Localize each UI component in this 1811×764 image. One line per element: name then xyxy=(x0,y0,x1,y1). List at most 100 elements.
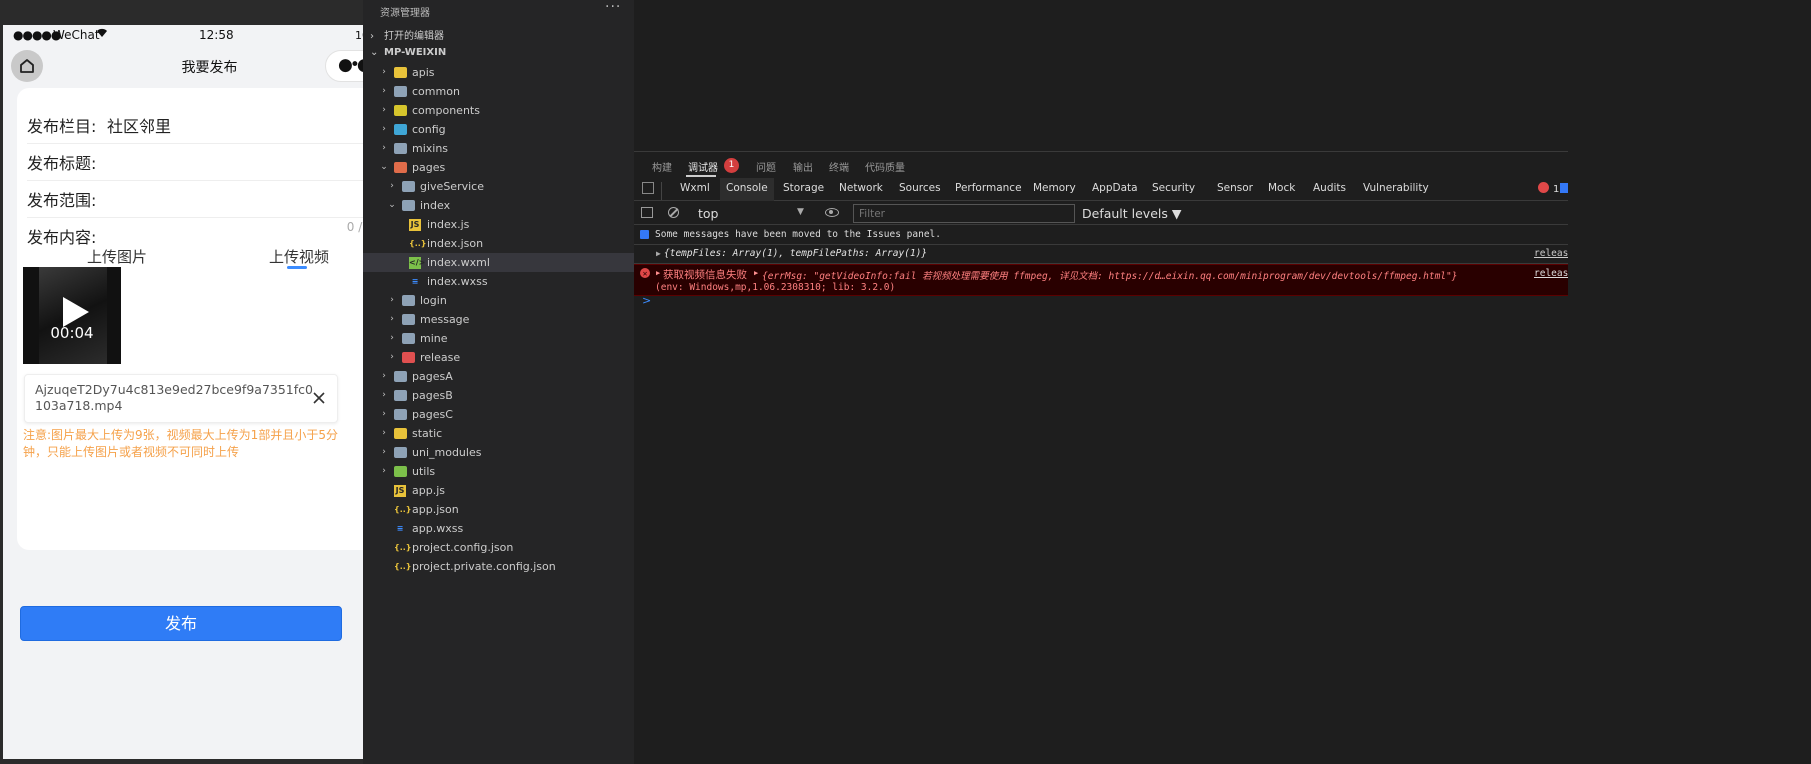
chevron-right-icon: › xyxy=(390,333,394,343)
tab-output[interactable]: 输出 xyxy=(793,159,813,174)
tree-item-app-json[interactable]: {..} app.json xyxy=(363,500,634,519)
tree-item-pagesc[interactable]: › pagesC xyxy=(363,405,634,424)
tree-item-project-private-config-json[interactable]: {..} project.private.config.json xyxy=(363,557,634,576)
tab-performance[interactable]: Performance xyxy=(955,182,1022,204)
chevron-right-icon: › xyxy=(382,390,386,400)
log-error-message[interactable]: ✕ ▶ 获取视频信息失败 ▶ {errMsg: "getVideoInfo:fa… xyxy=(634,264,1568,296)
tree-item-common[interactable]: › common xyxy=(363,82,634,101)
tree-item-release[interactable]: › release xyxy=(363,348,634,367)
tab-build[interactable]: 构建 xyxy=(652,159,672,174)
tree-item-mine[interactable]: › mine xyxy=(363,329,634,348)
folder-icon xyxy=(402,200,415,211)
tree-item-giveservice[interactable]: › giveService xyxy=(363,177,634,196)
open-editors-section[interactable]: › 打开的编辑器 xyxy=(370,27,444,42)
error-counter[interactable]: 1 xyxy=(1538,182,1559,195)
tree-item-pages[interactable]: ⌄ pages xyxy=(363,158,634,177)
error-icon xyxy=(1538,182,1549,193)
expand-triangle-icon[interactable]: ▶ xyxy=(656,249,661,258)
explorer-more-button[interactable]: ··· xyxy=(605,0,621,15)
sidebar-toggle-icon[interactable] xyxy=(641,207,653,218)
tab-audits[interactable]: Audits xyxy=(1313,182,1346,204)
expand-triangle-icon[interactable]: ▶ xyxy=(754,269,758,277)
log-levels-select[interactable]: Default levels ▼ xyxy=(1082,206,1181,221)
tree-item-project-config-json[interactable]: {..} project.config.json xyxy=(363,538,634,557)
tree-item-label: project.private.config.json xyxy=(412,560,556,573)
js-file-icon: JS xyxy=(394,485,406,497)
tab-sensor[interactable]: Sensor xyxy=(1217,182,1253,204)
tree-item-label: index.wxss xyxy=(427,275,488,288)
tab-terminal[interactable]: 终端 xyxy=(829,159,849,174)
tab-code-quality[interactable]: 代码质量 xyxy=(865,159,905,174)
folder-icon xyxy=(394,409,407,420)
tab-console[interactable]: Console xyxy=(720,178,774,201)
clear-console-icon[interactable] xyxy=(668,207,679,218)
context-select[interactable]: top ▼ xyxy=(690,204,810,224)
tree-item-app-js[interactable]: JS app.js xyxy=(363,481,634,500)
error-title: 获取视频信息失败 xyxy=(663,269,747,281)
publish-button[interactable]: 发布 xyxy=(20,606,342,641)
inspect-element-icon[interactable] xyxy=(642,182,654,194)
tree-item-config[interactable]: › config xyxy=(363,120,634,139)
message-icon[interactable] xyxy=(1560,183,1568,193)
tree-item-login[interactable]: › login xyxy=(363,291,634,310)
source-link[interactable]: releas xyxy=(1534,248,1568,259)
tree-item-index-wxss[interactable]: ≡ index.wxss xyxy=(363,272,634,291)
tree-item-label: apis xyxy=(412,66,435,79)
tab-memory[interactable]: Memory xyxy=(1033,182,1076,204)
tab-vulnerability[interactable]: Vulnerability xyxy=(1363,182,1429,204)
tab-sources[interactable]: Sources xyxy=(899,182,941,204)
tree-item-label: common xyxy=(412,85,460,98)
tab-security[interactable]: Security xyxy=(1152,182,1195,204)
tab-wxml[interactable]: Wxml xyxy=(680,182,710,204)
panel-tab-indicator xyxy=(686,175,716,177)
tab-problems[interactable]: 问题 xyxy=(756,159,776,174)
console-prompt[interactable]: > xyxy=(642,294,651,307)
expand-triangle-icon[interactable]: ▶ xyxy=(656,269,660,277)
filter-input[interactable] xyxy=(853,204,1075,223)
tree-item-label: components xyxy=(412,104,480,117)
title-label: 发布标题: xyxy=(27,154,97,173)
scope-row[interactable]: 发布范围: xyxy=(27,176,391,218)
tree-item-pagesb[interactable]: › pagesB xyxy=(363,386,634,405)
tree-item-index-js[interactable]: JS index.js xyxy=(363,215,634,234)
video-thumbnail[interactable]: 00:04 xyxy=(23,267,121,364)
tab-upload-image[interactable]: 上传图片 xyxy=(87,246,147,267)
column-row[interactable]: 发布栏目: 社区邻里 xyxy=(27,102,391,144)
tree-item-index-wxml[interactable]: </> index.wxml xyxy=(363,253,634,272)
tab-network[interactable]: Network xyxy=(839,182,883,204)
log-object-message[interactable]: ▶ {tempFiles: Array(1), tempFilePaths: A… xyxy=(634,245,1568,264)
tab-mock[interactable]: Mock xyxy=(1268,182,1295,204)
folder-icon xyxy=(402,295,415,306)
tab-debugger[interactable]: 调试器 xyxy=(688,159,718,174)
tab-storage[interactable]: Storage xyxy=(783,182,824,204)
tree-item-utils[interactable]: › utils xyxy=(363,462,634,481)
tree-item-static[interactable]: › static xyxy=(363,424,634,443)
tree-item-components[interactable]: › components xyxy=(363,101,634,120)
chevron-down-icon: ⌄ xyxy=(380,162,388,172)
toolbar-divider xyxy=(661,182,662,200)
uploaded-file: AjzuqeT2Dy7u4c813e9ed27bce9f9a7351fc0103… xyxy=(24,374,338,423)
tree-item-label: pages xyxy=(412,161,446,174)
tree-item-uni-modules[interactable]: › uni_modules xyxy=(363,443,634,462)
tree-item-message[interactable]: › message xyxy=(363,310,634,329)
tree-item-pagesa[interactable]: › pagesA xyxy=(363,367,634,386)
tree-item-label: pagesC xyxy=(412,408,453,421)
wxss-file-icon: ≡ xyxy=(411,277,419,286)
tree-item-index-json[interactable]: {..} index.json xyxy=(363,234,634,253)
carrier-label: WeChat xyxy=(53,28,100,42)
scope-label: 发布范围: xyxy=(27,191,97,210)
tree-item-index[interactable]: ⌄ index xyxy=(363,196,634,215)
folder-icon xyxy=(402,352,415,363)
remove-file-button[interactable] xyxy=(309,388,329,408)
console-toolbar: top ▼ Default levels ▼ xyxy=(634,202,1568,225)
title-row[interactable]: 发布标题: xyxy=(27,139,391,181)
tab-appdata[interactable]: AppData xyxy=(1092,182,1138,204)
live-expression-eye-icon[interactable] xyxy=(825,208,839,217)
source-link[interactable]: releas xyxy=(1534,268,1568,279)
tree-item-app-wxss[interactable]: ≡ app.wxss xyxy=(363,519,634,538)
tree-item-apis[interactable]: › apis xyxy=(363,63,634,82)
tree-item-mixins[interactable]: › mixins xyxy=(363,139,634,158)
tab-upload-video[interactable]: 上传视频 xyxy=(269,246,329,267)
upload-notice: 注意:图片最大上传为9张，视频最大上传为1部并且小于5分钟，只能上传图片或者视频… xyxy=(23,428,338,459)
workspace-root[interactable]: ⌄ MP-WEIXIN xyxy=(370,47,446,58)
